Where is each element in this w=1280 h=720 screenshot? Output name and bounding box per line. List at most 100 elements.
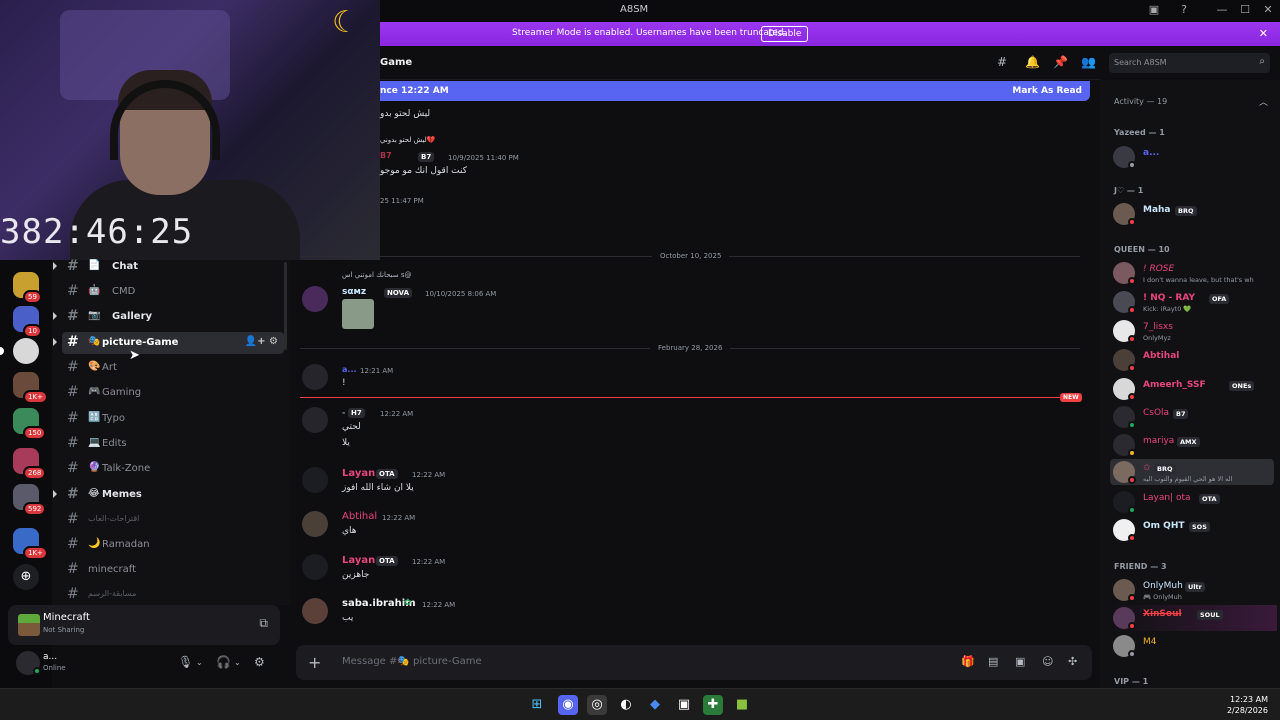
server-icon[interactable]: 1K+: [13, 528, 48, 560]
mark-as-read-button[interactable]: Mark As Read: [1012, 86, 1082, 96]
channel-drawing-contest[interactable]: # مسابقة-الرسم: [62, 584, 284, 606]
apps-icon[interactable]: ✣: [1068, 655, 1077, 668]
avatar[interactable]: [302, 554, 328, 580]
minecraft-icon[interactable]: ■: [732, 695, 752, 715]
date-divider-label: October 10, 2025: [652, 252, 730, 260]
member-item[interactable]: CsOla B7: [1113, 404, 1273, 430]
minimize-icon[interactable]: —: [1214, 3, 1230, 19]
message-input[interactable]: Message #🎭 picture-Game: [342, 656, 482, 667]
obs-icon[interactable]: ◐: [616, 695, 636, 715]
server-tag: OTA: [376, 469, 398, 479]
message-author[interactable]: Layan: [342, 555, 375, 566]
microphone-icon[interactable]: 🎙: [178, 655, 193, 669]
bell-icon[interactable]: 🔔: [1025, 55, 1040, 69]
avatar[interactable]: [302, 286, 328, 312]
server-icon[interactable]: 10: [13, 306, 42, 338]
channel-ramadan[interactable]: # 🌙 Ramadan: [62, 534, 284, 556]
avatar[interactable]: [302, 598, 328, 624]
search-input[interactable]: Search A8SM ⌕: [1109, 53, 1270, 73]
avatar[interactable]: [302, 364, 328, 390]
member-item[interactable]: Maha BRQ: [1113, 201, 1273, 227]
message-composer[interactable]: + Message #🎭 picture-Game 🎁 ▤ ▣ ☺ ✣: [296, 645, 1092, 680]
member-list-icon[interactable]: 👥: [1081, 55, 1096, 69]
channel-gaming[interactable]: # 🎮 Gaming: [62, 382, 284, 404]
attach-plus-icon[interactable]: +: [308, 653, 321, 672]
threads-icon[interactable]: #: [997, 55, 1007, 69]
image-attachment[interactable]: [342, 299, 374, 329]
start-icon[interactable]: ⊞: [527, 695, 547, 715]
chevron-down-icon[interactable]: ⌄: [234, 658, 241, 667]
minecraft-launcher-icon[interactable]: ✚: [703, 695, 723, 715]
member-item[interactable]: a...: [1113, 144, 1273, 170]
invite-settings-icons[interactable]: 👤+ ⚙: [245, 336, 278, 347]
channel-chat[interactable]: # 📄 Chat: [53, 256, 284, 278]
help-icon[interactable]: ?: [1176, 3, 1192, 19]
member-item[interactable]: Layan| ota OTA: [1113, 489, 1273, 515]
channel-game-suggestions[interactable]: # اقتراحات-العاب: [62, 509, 284, 531]
maximize-icon[interactable]: ☐: [1237, 3, 1253, 19]
message-author[interactable]: Abtihal: [342, 511, 377, 522]
close-banner-icon[interactable]: ✕: [1259, 27, 1268, 40]
member-item[interactable]: OnlyMuh Ultr 🎮 OnlyMuh: [1113, 577, 1273, 603]
gif-icon[interactable]: ▤: [988, 655, 998, 668]
screen-share-icon[interactable]: ⧉: [259, 616, 268, 631]
message-author[interactable]: a...: [342, 365, 357, 374]
chevron-up-icon[interactable]: ︿: [1259, 95, 1268, 108]
discord-icon[interactable]: ◉: [558, 695, 578, 715]
channel-typo[interactable]: # 🔠 Typo: [62, 408, 284, 430]
channel-picture-game[interactable]: # 🎭 picture-Game 👤+ ⚙: [53, 332, 284, 354]
channel-memes[interactable]: # 😂 Memes: [53, 484, 284, 506]
activity-status: Not Sharing: [43, 626, 85, 634]
channel-minecraft[interactable]: # minecraft: [62, 559, 284, 581]
screen-share-icon[interactable]: ▣: [1146, 3, 1162, 19]
server-icon[interactable]: 268: [13, 448, 47, 480]
chevron-down-icon[interactable]: ⌄: [196, 658, 203, 667]
channel-cmd[interactable]: # 🤖 CMD: [62, 281, 284, 303]
sticker-icon[interactable]: ▣: [1015, 655, 1025, 668]
emoji-icon[interactable]: ☺: [1042, 655, 1053, 668]
activity-header[interactable]: Activity — 19: [1114, 97, 1167, 106]
disable-button[interactable]: Disable: [761, 26, 809, 42]
member-item[interactable]: ! NQ - RAY OFA Kick: iRayt0 💚: [1113, 289, 1273, 315]
reply-preview: سبحانك اموتني اس s@: [342, 271, 412, 279]
member-item[interactable]: XinSoul SOUL: [1113, 605, 1277, 631]
member-item[interactable]: Ameerh_SSF ONEs: [1113, 376, 1273, 402]
server-icon[interactable]: 1K+: [13, 372, 48, 404]
member-item[interactable]: M4: [1113, 633, 1273, 659]
chrome-icon[interactable]: ◎: [587, 695, 607, 715]
gift-icon[interactable]: 🎁: [961, 655, 975, 668]
channel-edits[interactable]: # 💻 Edits: [62, 433, 284, 455]
member-item[interactable]: 7_lisxs OnlyMyz: [1113, 318, 1273, 344]
member-item[interactable]: ✩ BRQ اله الا هو الحي القيوم والتوب اليه: [1110, 459, 1274, 485]
channel-art[interactable]: # 🎨 Art: [62, 357, 284, 379]
server-icon[interactable]: [0, 338, 39, 364]
settings-gear-icon[interactable]: ⚙: [254, 655, 265, 669]
avatar[interactable]: [302, 407, 328, 433]
member-item[interactable]: Abtihal: [1113, 347, 1273, 373]
avatar[interactable]: [302, 511, 328, 537]
server-icon[interactable]: 59: [13, 272, 42, 304]
message-author[interactable]: -: [342, 408, 345, 417]
channel-scrollbar[interactable]: [284, 262, 287, 350]
member-list: Activity — 19 ︿ Yazeed — 1 a... J♡ — 1 M…: [1100, 80, 1280, 690]
message-author[interactable]: Layan: [342, 468, 375, 479]
close-window-icon[interactable]: ✕: [1260, 3, 1276, 19]
capcut-icon[interactable]: ▣: [674, 695, 694, 715]
server-icon[interactable]: 592: [13, 484, 47, 516]
activity-panel[interactable]: Minecraft Not Sharing ⧉: [8, 605, 280, 645]
user-panel: a... Online 🎙 ⌄ 🎧 ⌄ ⚙: [8, 646, 280, 680]
headphones-icon[interactable]: 🎧: [216, 655, 231, 669]
message-author[interactable]: sαмz: [342, 287, 366, 297]
member-item[interactable]: ! ROSE I don't wanna leave, but that's wh: [1113, 260, 1273, 286]
pin-icon[interactable]: 📌: [1053, 55, 1068, 69]
app-icon[interactable]: ◆: [645, 695, 665, 715]
taskbar-clock[interactable]: 12:23 AM 2/28/2026: [1227, 694, 1268, 716]
channel-talk-zone[interactable]: # 🔮 Talk-Zone: [62, 458, 284, 480]
add-server-icon[interactable]: ⊕: [13, 564, 39, 590]
server-icon[interactable]: 150: [13, 408, 47, 440]
member-item[interactable]: Om QHT SOS: [1113, 517, 1273, 543]
avatar[interactable]: [302, 467, 328, 493]
channel-gallery[interactable]: # 📷 Gallery: [53, 306, 284, 328]
member-item[interactable]: mariya AMX: [1113, 432, 1273, 458]
new-messages-bar[interactable]: nce 12:22 AM Mark As Read: [380, 81, 1090, 101]
